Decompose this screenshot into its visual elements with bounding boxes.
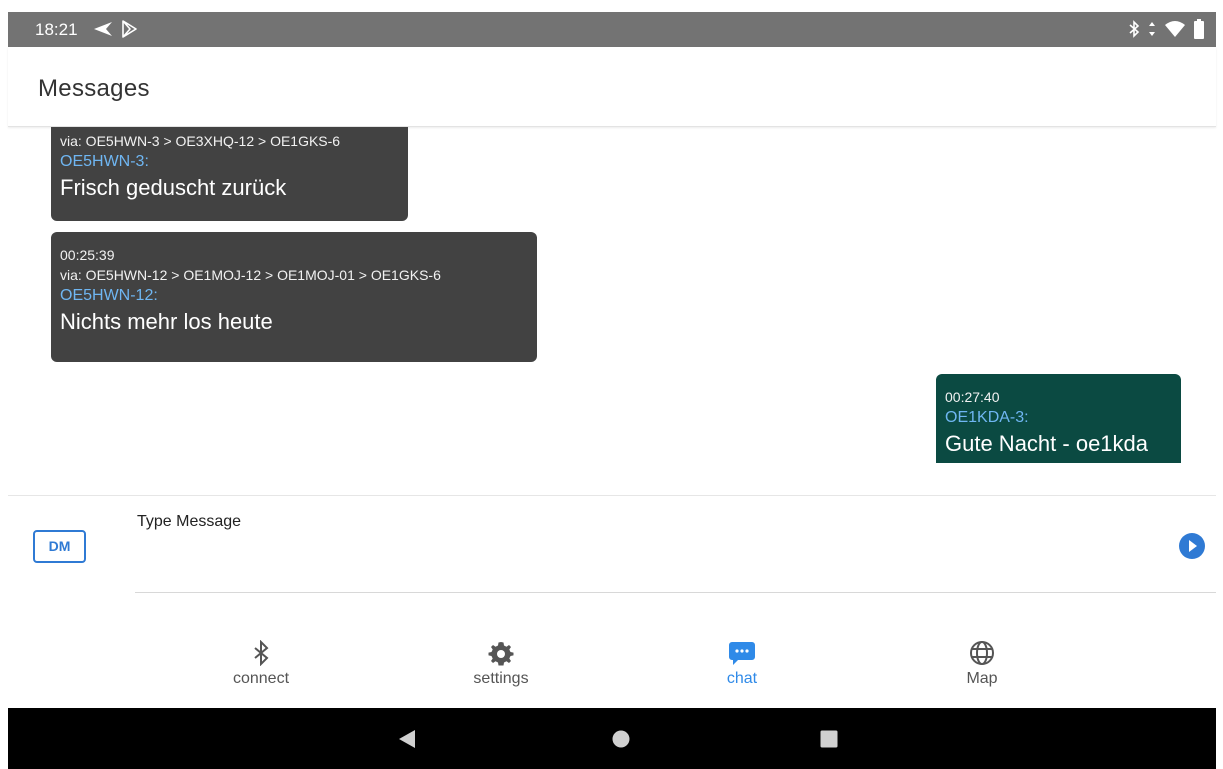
play-store-icon bbox=[121, 20, 137, 38]
nav-map[interactable]: Map bbox=[912, 640, 1052, 688]
status-bar: 18:21 bbox=[8, 12, 1216, 47]
status-time: 18:21 bbox=[35, 20, 78, 39]
message-input[interactable]: Type Message bbox=[135, 496, 1216, 593]
navigation-arrow-icon bbox=[93, 21, 113, 37]
nav-label: settings bbox=[473, 670, 529, 687]
globe-icon bbox=[912, 640, 1052, 666]
message-bubble: via: OE5HWN-3 > OE3XHQ-12 > OE1GKS-6 OE5… bbox=[51, 127, 408, 221]
message-time: 00:27:40 bbox=[945, 389, 1000, 405]
message-sender: OE5HWN-3: bbox=[60, 153, 149, 170]
message-sender: OE5HWN-12: bbox=[60, 287, 158, 304]
nav-chat[interactable]: chat bbox=[672, 640, 812, 688]
send-button[interactable] bbox=[1176, 530, 1208, 562]
app-bar: Messages bbox=[8, 47, 1216, 127]
message-via: via: OE5HWN-12 > OE1MOJ-12 > OE1MOJ-01 >… bbox=[60, 267, 441, 283]
gear-icon bbox=[431, 640, 571, 666]
nav-settings[interactable]: settings bbox=[431, 640, 571, 688]
message-input-placeholder: Type Message bbox=[137, 513, 242, 530]
nav-label: connect bbox=[232, 670, 290, 687]
wifi-icon bbox=[1164, 20, 1186, 38]
message-time: 00:25:39 bbox=[60, 247, 115, 263]
chat-icon bbox=[672, 640, 812, 666]
message-bubble-outgoing: 00:27:40 OE1KDA-3: Gute Nacht - oe1kda bbox=[936, 374, 1181, 463]
message-sender: OE1KDA-3: bbox=[945, 409, 1029, 426]
bluetooth-icon bbox=[191, 640, 331, 666]
back-icon[interactable] bbox=[398, 729, 416, 749]
send-icon bbox=[1179, 533, 1205, 559]
message-text: Gute Nacht - oe1kda bbox=[945, 431, 1149, 456]
bottom-navigation: connect settings chat Map bbox=[8, 628, 1216, 708]
battery-icon bbox=[1194, 19, 1204, 39]
data-arrows-icon bbox=[1148, 21, 1156, 37]
nav-label: Map bbox=[966, 670, 998, 687]
system-navigation-bar bbox=[8, 708, 1216, 769]
nav-label: chat bbox=[726, 670, 758, 687]
message-via: via: OE5HWN-3 > OE3XHQ-12 > OE1GKS-6 bbox=[60, 133, 341, 149]
bluetooth-status-icon bbox=[1128, 20, 1140, 38]
message-bubble: 00:25:39 via: OE5HWN-12 > OE1MOJ-12 > OE… bbox=[51, 232, 537, 362]
nav-connect[interactable]: connect bbox=[191, 640, 331, 688]
message-text: Nichts mehr los heute bbox=[60, 309, 273, 334]
page-title: Messages bbox=[38, 75, 150, 102]
recents-icon[interactable] bbox=[820, 730, 838, 748]
message-text: Frisch geduscht zurück bbox=[60, 175, 287, 200]
dm-button[interactable]: DM bbox=[33, 530, 86, 563]
home-icon[interactable] bbox=[612, 730, 630, 748]
message-composer: DM Type Message bbox=[8, 495, 1216, 630]
message-list[interactable]: via: OE5HWN-3 > OE3XHQ-12 > OE1GKS-6 OE5… bbox=[8, 127, 1216, 463]
